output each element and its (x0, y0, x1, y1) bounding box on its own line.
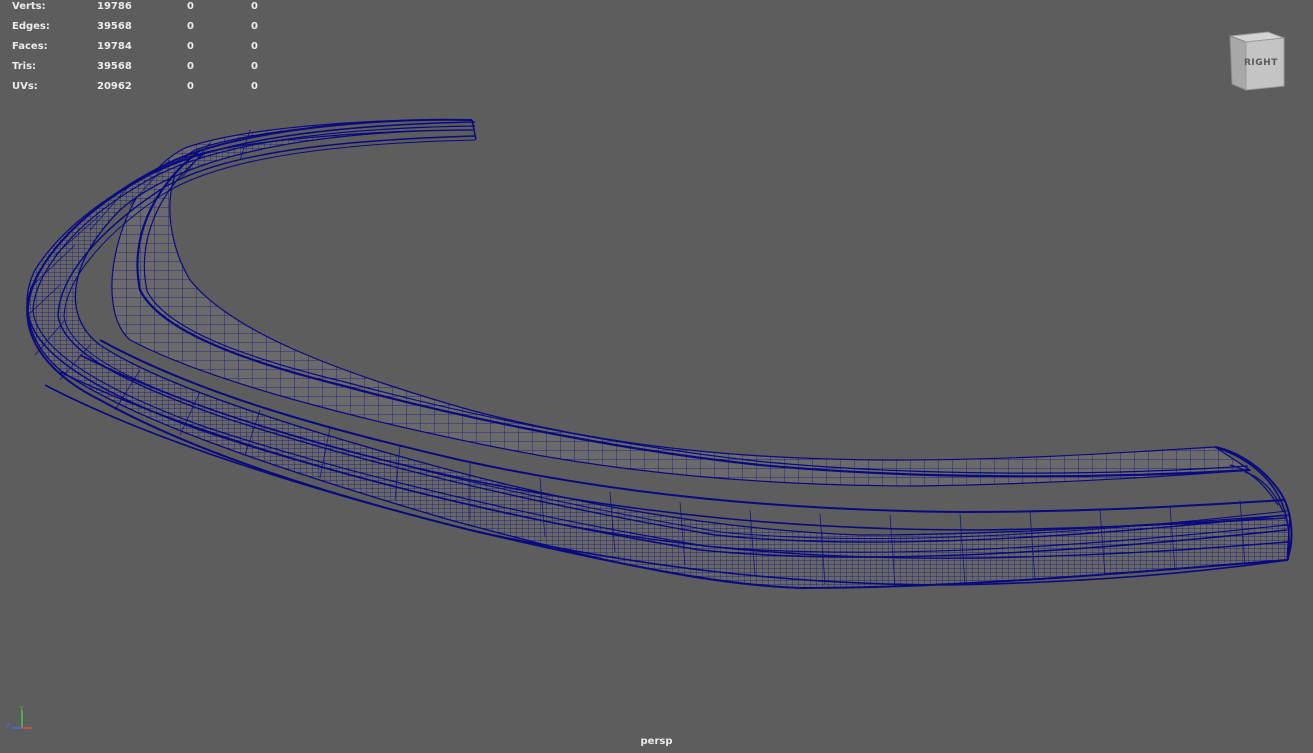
hud-row-tris: Tris: 39568 0 0 (12, 60, 272, 80)
hud-value: 20962 (97, 81, 132, 92)
view-cube-icon[interactable]: RIGHT (1228, 30, 1288, 92)
hud-value: 0 (251, 41, 258, 52)
hud-value: 0 (251, 1, 258, 12)
hud-value: 0 (251, 21, 258, 32)
hud-value: 19784 (97, 41, 132, 52)
hud-label: Edges: (12, 21, 50, 32)
hud-value: 0 (187, 61, 194, 72)
hud-value: 0 (251, 61, 258, 72)
hud-value: 19786 (97, 1, 132, 12)
hud-label: Verts: (12, 1, 46, 12)
hud-value: 0 (187, 81, 194, 92)
camera-name-label: persp (640, 736, 673, 747)
axis-z-label: Z (6, 723, 10, 730)
axis-y-label: Y (19, 706, 24, 712)
hud-value: 0 (187, 1, 194, 12)
wireframe-mesh[interactable] (0, 0, 1313, 753)
axis-gizmo-icon: Y Z (6, 706, 32, 730)
maya-viewport[interactable]: Verts: 19786 0 0 Edges: 39568 0 0 Faces:… (0, 0, 1313, 753)
hud-value: 0 (187, 21, 194, 32)
hud-row-uvs: UVs: 20962 0 0 (12, 80, 272, 100)
viewcube-face-label[interactable]: RIGHT (1244, 58, 1278, 68)
hud-row-verts: Verts: 19786 0 0 (12, 0, 272, 20)
hud-row-edges: Edges: 39568 0 0 (12, 20, 272, 40)
poly-count-hud: Verts: 19786 0 0 Edges: 39568 0 0 Faces:… (12, 0, 272, 100)
hud-value: 0 (251, 81, 258, 92)
hud-value: 0 (187, 41, 194, 52)
hud-label: UVs: (12, 81, 38, 92)
hud-label: Tris: (12, 61, 37, 72)
hud-value: 39568 (97, 21, 132, 32)
hud-value: 39568 (97, 61, 132, 72)
hud-row-faces: Faces: 19784 0 0 (12, 40, 272, 60)
hud-label: Faces: (12, 41, 48, 52)
